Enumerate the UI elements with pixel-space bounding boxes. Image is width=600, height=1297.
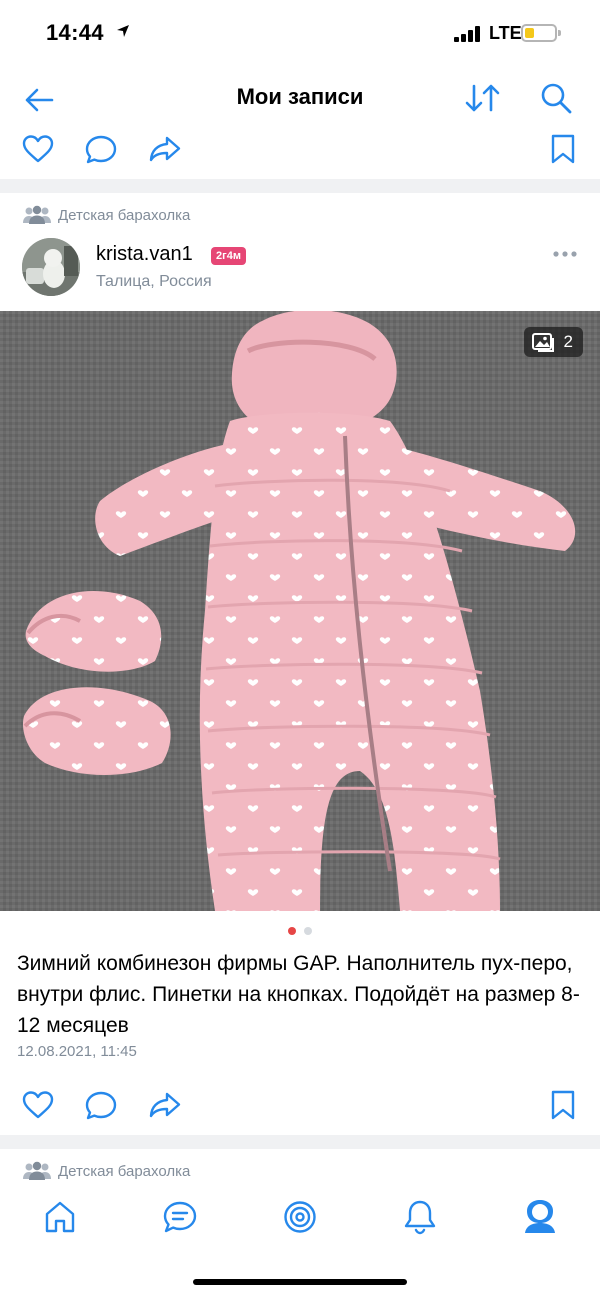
home-indicator xyxy=(193,1279,407,1285)
gallery-icon xyxy=(531,333,554,352)
battery-icon xyxy=(521,24,561,42)
pagination-dot[interactable] xyxy=(304,927,312,935)
bookmark-icon[interactable] xyxy=(550,133,576,165)
nav-bar: Мои записи xyxy=(0,66,600,128)
community-icon xyxy=(23,1161,51,1180)
comment-icon[interactable] xyxy=(84,1090,118,1122)
messages-icon[interactable] xyxy=(162,1200,198,1234)
share-icon[interactable] xyxy=(148,1090,182,1120)
group-name: Детская барахолка xyxy=(58,1162,191,1180)
page-title: Мои записи xyxy=(236,84,364,109)
post-date: 12.08.2021, 11:45 xyxy=(17,1043,137,1060)
post-author: krista.van1 2г4м Талица, Россия xyxy=(22,238,578,298)
comment-icon[interactable] xyxy=(84,134,118,166)
group-name: Детская барахолка xyxy=(58,206,191,224)
avatar[interactable] xyxy=(22,238,80,296)
status-time: 14:44 xyxy=(46,20,104,45)
location-arrow-icon xyxy=(117,25,129,37)
snowsuit-photo xyxy=(0,311,600,911)
network-type: LTE xyxy=(489,23,522,43)
bookmark-icon[interactable] xyxy=(550,1089,576,1121)
status-bar: 14:44 LTE xyxy=(0,0,600,66)
photo-pagination xyxy=(0,927,600,937)
photo-count: 2 xyxy=(563,332,573,351)
profile-icon[interactable] xyxy=(522,1198,558,1234)
post-age-badge: 2г4м xyxy=(211,247,246,265)
post-actions xyxy=(0,1083,600,1127)
post-divider xyxy=(0,1135,600,1149)
search-icon[interactable] xyxy=(540,82,574,114)
post-text: Зимний комбинезон фирмы GAP. Наполнитель… xyxy=(17,952,580,1037)
discover-icon[interactable] xyxy=(283,1200,317,1234)
pagination-dot-active[interactable] xyxy=(288,927,296,935)
previous-post-actions xyxy=(0,127,600,171)
like-heart-icon[interactable] xyxy=(21,1090,55,1120)
home-icon[interactable] xyxy=(43,1200,77,1234)
more-options-icon[interactable] xyxy=(552,250,578,258)
post-divider xyxy=(0,179,600,193)
tab-bar xyxy=(0,1190,600,1250)
next-post-group[interactable]: Детская барахолка xyxy=(22,1161,190,1181)
like-heart-icon[interactable] xyxy=(21,134,55,164)
share-icon[interactable] xyxy=(148,134,182,164)
author-location: Талица, Россия xyxy=(96,273,212,290)
post-group[interactable]: Детская барахолка xyxy=(22,205,190,225)
community-icon xyxy=(23,205,51,224)
sort-icon[interactable] xyxy=(464,83,502,113)
author-name[interactable]: krista.van1 xyxy=(96,243,193,266)
notifications-bell-icon[interactable] xyxy=(404,1199,436,1235)
cellular-signal-icon xyxy=(454,26,484,42)
post-photo[interactable]: 2 xyxy=(0,311,600,911)
photo-counter: 2 xyxy=(523,327,583,357)
